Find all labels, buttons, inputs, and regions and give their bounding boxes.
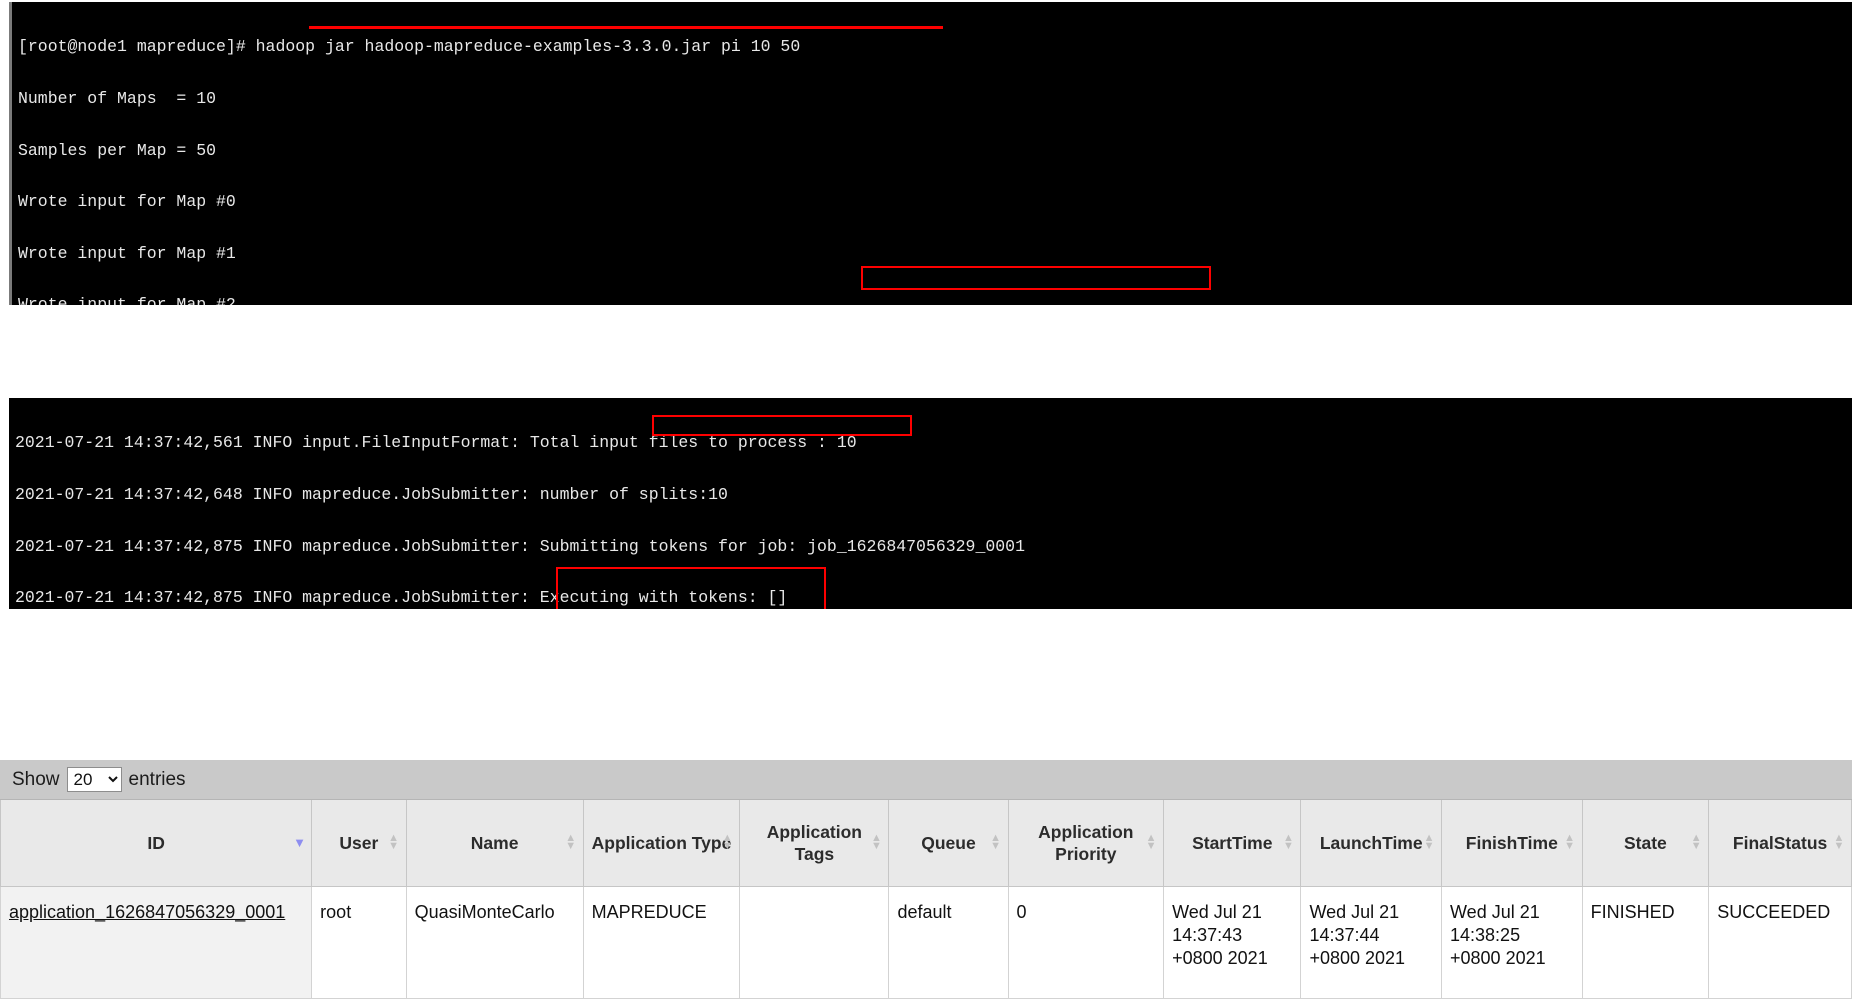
column-header-final-status[interactable]: FinalStatus ▲ ▼ [1708,800,1852,887]
column-label: Name [470,833,519,853]
sort-descending-icon[interactable]: ▼ [293,834,306,852]
cell-state: FINISHED [1581,886,1710,999]
terminal-line: 2021-07-21 14:37:42,561 INFO input.FileI… [15,433,857,453]
cell-name: QuasiMonteCarlo [405,886,584,999]
sort-both-icon[interactable]: ▲ ▼ [1145,833,1157,852]
cell-queue: default [888,886,1009,999]
column-header-name[interactable]: Name ▲ ▼ [405,800,584,887]
sort-both-icon[interactable]: ▲ ▼ [1564,833,1576,852]
column-label: ID [147,833,165,853]
terminal-line: 2021-07-21 14:37:42,648 INFO mapreduce.J… [15,485,728,504]
column-header-finish-time[interactable]: FinishTime ▲ ▼ [1441,800,1583,887]
cell-start-time-line-3: +0800 2021 [1172,948,1268,968]
table-header: ID ▼ User ▲ ▼ Name ▲ ▼ Application Type ▲ ▼… [0,800,1852,887]
entries-per-page-select[interactable]: 20 40 60 80 100 [66,767,122,792]
sort-both-icon[interactable]: ▲ ▼ [870,833,882,852]
column-label: Queue [921,833,976,853]
terminal-output-block-2: 2021-07-21 14:37:42,561 INFO input.FileI… [9,398,1852,609]
show-entries-bar: Show 20 40 60 80 100 entries [0,760,1852,800]
column-label: State [1623,833,1667,853]
column-header-application-type[interactable]: Application Type ▲ ▼ [582,800,741,887]
cell-start-time-line-1: Wed Jul 21 [1172,902,1262,922]
cell-finish-time: Wed Jul 21 14:38:25 +0800 2021 [1441,886,1583,999]
annotation-box-connecting-to-resourcemanager [861,266,1211,290]
column-header-application-tags[interactable]: Application Tags ▲ ▼ [739,800,890,887]
sort-both-icon[interactable]: ▲ ▼ [565,833,577,852]
cell-application-id: application_1626847056329_0001 [0,886,313,999]
cell-finish-time-line-2: 14:38:25 [1450,925,1521,945]
annotation-underline-command [309,26,943,29]
table-body: application_1626847056329_0001 root Quas… [0,886,1852,999]
application-id-link[interactable]: application_1626847056329_0001 [9,902,285,922]
cell-start-time: Wed Jul 21 14:37:43 +0800 2021 [1163,886,1302,999]
sort-both-icon[interactable]: ▲ ▼ [388,833,400,852]
cell-launch-time-line-1: Wed Jul 21 [1309,902,1400,922]
cell-start-time-line-2: 14:37:43 [1172,925,1243,945]
column-header-user[interactable]: User ▲ ▼ [311,800,407,887]
cell-application-priority: 0 [1007,886,1165,999]
terminal-command-line: [root@node1 mapreduce]# hadoop jar hadoo… [18,38,1852,55]
yarn-applications-panel: Show 20 40 60 80 100 entries ID ▼ User ▲… [0,760,1852,1004]
column-label: User [339,833,379,853]
cell-final-status: SUCCEEDED [1708,886,1852,999]
cell-finish-time-line-1: Wed Jul 21 [1450,902,1540,922]
sort-both-icon[interactable]: ▲ ▼ [1423,833,1435,852]
table-row: application_1626847056329_0001 root Quas… [0,886,1852,999]
sort-both-icon[interactable]: ▲ ▼ [1690,833,1702,852]
terminal-line: 2021-07-21 14:37:42,875 INFO mapreduce.J… [15,588,788,608]
sort-both-icon[interactable]: ▲ ▼ [1282,833,1294,852]
column-label: FinalStatus [1732,833,1828,853]
column-label: Application Tags [766,822,862,864]
applications-table: ID ▼ User ▲ ▼ Name ▲ ▼ Application Type ▲ ▼… [0,800,1852,999]
show-entries-label: Show [12,768,60,790]
terminal-line: Wrote input for Map #1 [18,243,236,263]
shell-command: hadoop jar hadoop-mapreduce-examples-3.3… [255,37,801,57]
table-header-row: ID ▼ User ▲ ▼ Name ▲ ▼ Application Type ▲ ▼… [0,800,1852,887]
entries-suffix-label: entries [128,768,186,790]
column-header-state[interactable]: State ▲ ▼ [1581,800,1710,887]
terminal-line: Wrote input for Map #0 [18,192,236,212]
sort-both-icon[interactable]: ▲ ▼ [721,833,733,852]
column-header-launch-time[interactable]: LaunchTime ▲ ▼ [1300,800,1443,887]
column-label: LaunchTime [1319,833,1423,853]
sort-both-icon[interactable]: ▲ ▼ [1833,833,1845,852]
column-header-start-time[interactable]: StartTime ▲ ▼ [1163,800,1302,887]
column-header-queue[interactable]: Queue ▲ ▼ [888,800,1009,887]
cell-finish-time-line-3: +0800 2021 [1450,948,1546,968]
shell-prompt: [root@node1 mapreduce]# [18,37,256,57]
cell-launch-time-line-3: +0800 2021 [1309,948,1406,968]
cell-user: root [311,886,407,999]
terminal-line: Samples per Map = 50 [18,140,217,160]
cell-launch-time: Wed Jul 21 14:37:44 +0800 2021 [1300,886,1443,999]
column-label: Application Priority [1038,822,1134,864]
terminal-line: 2021-07-21 14:37:42,875 INFO mapreduce.J… [15,536,1025,556]
cell-launch-time-line-2: 14:37:44 [1309,925,1380,945]
cell-application-type: MAPREDUCE [582,886,741,999]
column-label: Application Type [591,833,732,853]
column-label: FinishTime [1465,833,1558,853]
column-label: StartTime [1192,833,1273,853]
column-header-id[interactable]: ID ▼ [0,800,313,887]
terminal-line: Number of Maps = 10 [18,89,217,108]
sort-both-icon[interactable]: ▲ ▼ [990,833,1002,852]
terminal-output-block-1: [root@node1 mapreduce]# hadoop jar hadoo… [9,2,1852,305]
terminal-line: Wrote input for Map #2 [18,295,236,305]
column-header-application-priority[interactable]: Application Priority ▲ ▼ [1007,800,1165,887]
cell-application-tags [739,886,890,999]
